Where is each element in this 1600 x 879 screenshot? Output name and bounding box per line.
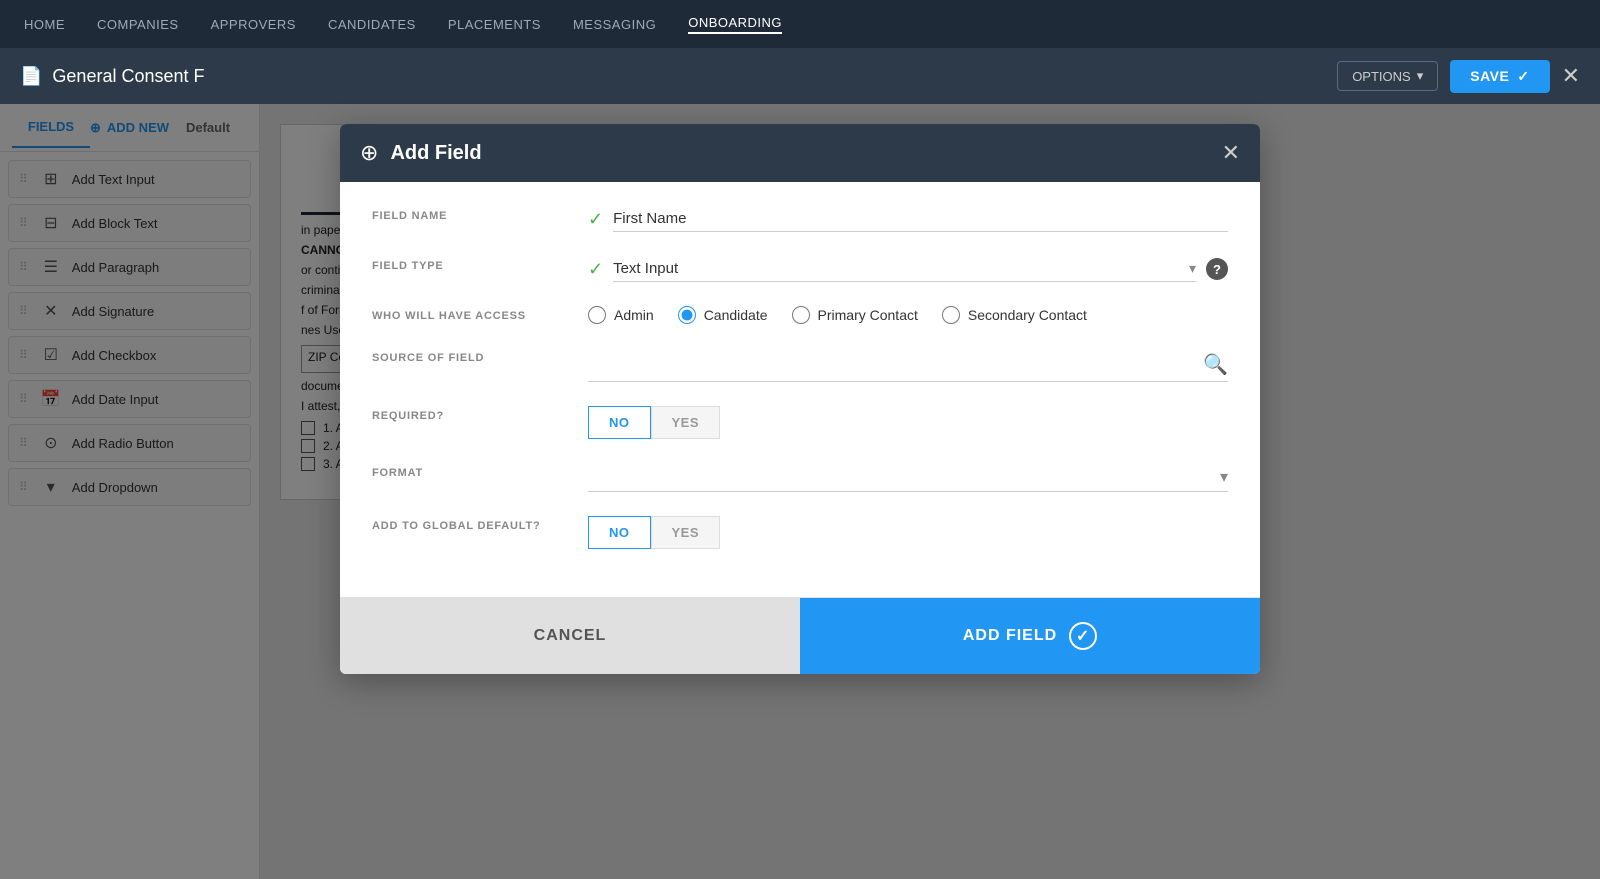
field-name-row: FIELD NAME ✓ bbox=[372, 206, 1228, 232]
radio-candidate-input[interactable] bbox=[678, 306, 696, 324]
chevron-down-icon: ▾ bbox=[1417, 68, 1424, 84]
field-type-select-wrapper: Text Input Number Email Phone ▾ bbox=[613, 256, 1196, 282]
field-type-dropdown-row: ✓ Text Input Number Email Phone ▾ bbox=[588, 256, 1228, 282]
required-label: REQUIRED? bbox=[372, 406, 572, 422]
radio-secondary-contact-label: Secondary Contact bbox=[968, 307, 1087, 323]
modal-close-button[interactable]: ✕ bbox=[1222, 140, 1240, 166]
global-default-label: ADD TO GLOBAL DEFAULT? bbox=[372, 516, 572, 532]
radio-candidate-label: Candidate bbox=[704, 307, 768, 323]
modal-footer: CANCEL ADD FIELD ✓ bbox=[340, 597, 1260, 674]
format-control: ▾ bbox=[588, 463, 1228, 492]
nav-approvers[interactable]: APPROVERS bbox=[211, 17, 296, 32]
format-select[interactable] bbox=[588, 469, 1220, 486]
search-icon[interactable]: 🔍 bbox=[1203, 352, 1228, 377]
access-radio-group: Admin Candidate Primary Contact bbox=[588, 306, 1228, 324]
field-type-control: ✓ Text Input Number Email Phone ▾ bbox=[588, 256, 1228, 282]
required-no-button[interactable]: NO bbox=[588, 406, 651, 439]
help-icon[interactable]: ? bbox=[1206, 258, 1228, 280]
global-default-yes-button[interactable]: YES bbox=[651, 516, 721, 549]
radio-primary-contact-input[interactable] bbox=[792, 306, 810, 324]
add-field-label: ADD FIELD bbox=[963, 627, 1057, 645]
field-name-input[interactable] bbox=[613, 206, 1228, 232]
radio-admin-label: Admin bbox=[614, 307, 654, 323]
access-label: WHO WILL HAVE ACCESS bbox=[372, 306, 572, 322]
format-row: FORMAT ▾ bbox=[372, 463, 1228, 492]
radio-primary-contact-label: Primary Contact bbox=[818, 307, 918, 323]
field-type-check-icon: ✓ bbox=[588, 259, 603, 280]
add-field-button[interactable]: ADD FIELD ✓ bbox=[800, 598, 1260, 674]
radio-secondary-contact[interactable]: Secondary Contact bbox=[942, 306, 1087, 324]
required-yes-button[interactable]: YES bbox=[651, 406, 721, 439]
add-field-modal: ⊕ Add Field ✕ FIELD NAME ✓ bbox=[340, 124, 1260, 674]
global-default-control: NO YES bbox=[588, 516, 1228, 549]
field-type-input-wrapper: ✓ Text Input Number Email Phone ▾ bbox=[588, 256, 1196, 282]
nav-messaging[interactable]: MESSAGING bbox=[573, 17, 656, 32]
nav-candidates[interactable]: CANDIDATES bbox=[328, 17, 416, 32]
save-button[interactable]: SAVE ✓ bbox=[1450, 60, 1549, 93]
content-area: FIELDS ⊕ ADD NEW Default ⠿ ⊞ Add Text In… bbox=[0, 104, 1600, 879]
access-row: WHO WILL HAVE ACCESS Admin Candidate bbox=[372, 306, 1228, 324]
format-label: FORMAT bbox=[372, 463, 572, 479]
chevron-down-icon: ▾ bbox=[1220, 467, 1228, 487]
options-button[interactable]: OPTIONS ▾ bbox=[1337, 61, 1438, 91]
field-type-label: FIELD TYPE bbox=[372, 256, 572, 272]
global-default-no-button[interactable]: NO bbox=[588, 516, 651, 549]
source-label: SOURCE OF FIELD bbox=[372, 348, 572, 364]
nav-placements[interactable]: PLACEMENTS bbox=[448, 17, 541, 32]
field-name-check-icon: ✓ bbox=[588, 209, 603, 230]
add-field-icon: ⊕ bbox=[360, 140, 378, 166]
radio-admin[interactable]: Admin bbox=[588, 306, 654, 324]
global-default-toggle-group: NO YES bbox=[588, 516, 1228, 549]
required-row: REQUIRED? NO YES bbox=[372, 406, 1228, 439]
modal-title: Add Field bbox=[390, 142, 481, 165]
modal-overlay: ⊕ Add Field ✕ FIELD NAME ✓ bbox=[0, 104, 1600, 879]
modal-header-left: ⊕ Add Field bbox=[360, 140, 482, 166]
add-field-check-icon: ✓ bbox=[1069, 622, 1097, 650]
header-right: OPTIONS ▾ SAVE ✓ ✕ bbox=[1337, 60, 1580, 93]
global-default-row: ADD TO GLOBAL DEFAULT? NO YES bbox=[372, 516, 1228, 549]
required-toggle-group: NO YES bbox=[588, 406, 1228, 439]
field-type-select[interactable]: Text Input Number Email Phone bbox=[613, 256, 1189, 281]
top-nav: HOME COMPANIES APPROVERS CANDIDATES PLAC… bbox=[0, 0, 1600, 48]
source-input[interactable] bbox=[588, 356, 1203, 373]
source-row: SOURCE OF FIELD 🔍 bbox=[372, 348, 1228, 382]
document-icon: 📄 bbox=[20, 66, 42, 87]
radio-candidate[interactable]: Candidate bbox=[678, 306, 768, 324]
header-left: 📄 General Consent F bbox=[20, 66, 205, 87]
chevron-down-icon: ▾ bbox=[1189, 260, 1196, 277]
radio-admin-input[interactable] bbox=[588, 306, 606, 324]
header-close-button[interactable]: ✕ bbox=[1562, 63, 1580, 89]
nav-companies[interactable]: COMPANIES bbox=[97, 17, 179, 32]
radio-secondary-contact-input[interactable] bbox=[942, 306, 960, 324]
nav-onboarding[interactable]: ONBOARDING bbox=[688, 15, 782, 34]
check-icon: ✓ bbox=[1517, 68, 1529, 85]
field-name-control: ✓ bbox=[588, 206, 1228, 232]
source-control: 🔍 bbox=[588, 348, 1228, 382]
cancel-button[interactable]: CANCEL bbox=[340, 598, 800, 674]
modal-header: ⊕ Add Field ✕ bbox=[340, 124, 1260, 182]
nav-home[interactable]: HOME bbox=[24, 17, 65, 32]
access-control: Admin Candidate Primary Contact bbox=[588, 306, 1228, 324]
field-name-input-wrapper: ✓ bbox=[588, 206, 1228, 232]
source-field-wrapper: 🔍 bbox=[588, 348, 1228, 382]
required-control: NO YES bbox=[588, 406, 1228, 439]
modal-body: FIELD NAME ✓ FIELD TYPE ✓ bbox=[340, 182, 1260, 597]
page-header: 📄 General Consent F OPTIONS ▾ SAVE ✓ ✕ bbox=[0, 48, 1600, 104]
radio-primary-contact[interactable]: Primary Contact bbox=[792, 306, 918, 324]
page-title: General Consent F bbox=[52, 66, 204, 87]
field-type-row: FIELD TYPE ✓ Text Input Number Email bbox=[372, 256, 1228, 282]
format-select-wrapper: ▾ bbox=[588, 463, 1228, 492]
field-name-label: FIELD NAME bbox=[372, 206, 572, 222]
